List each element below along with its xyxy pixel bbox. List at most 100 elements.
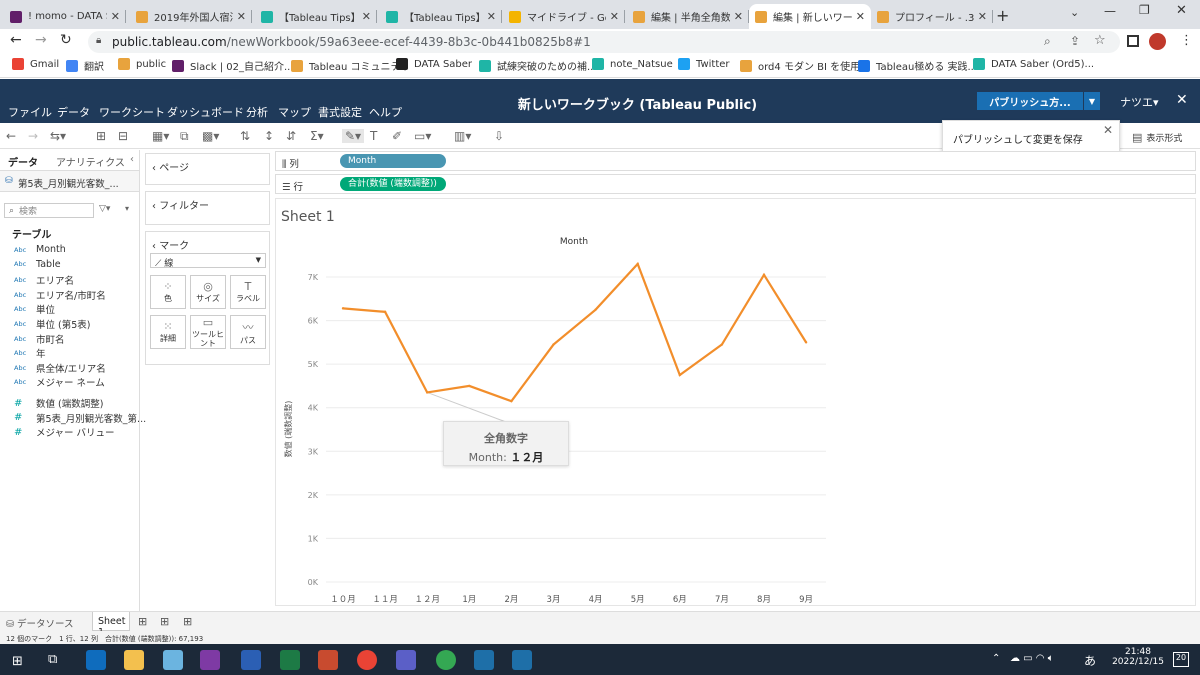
columns-pill[interactable]: Month [340,154,446,168]
new-worksheet-icon[interactable]: ▦▾ [152,129,169,143]
profile-avatar[interactable] [1149,33,1166,50]
datasource-row[interactable]: ⛁ 第5表_月別観光客数_... [0,170,139,192]
path-button[interactable]: 〰パス [230,315,266,349]
sidepanel-icon[interactable] [1127,35,1139,47]
forward-icon[interactable]: → [35,32,47,48]
present-icon[interactable]: ▥▾ [454,129,471,143]
tab-close-icon[interactable]: ✕ [362,10,371,23]
tab-close-icon[interactable]: ✕ [610,10,619,23]
dimension-field[interactable]: Abc エリア名 [14,273,74,287]
browser-tab[interactable]: マイドライブ - Goog ✕ [503,4,625,29]
bookmark-item[interactable]: note_Natsue [592,58,673,70]
duplicate-icon[interactable]: ⧉ [180,129,189,144]
mark-type-select[interactable]: ⟋ 線 ▼ [150,253,266,269]
publish-button[interactable]: パブリッシュ方... [977,92,1083,110]
publish-dropdown[interactable]: ▼ [1084,92,1100,110]
columns-shelf[interactable]: ⫼ 列 Month [275,151,1196,171]
size-button[interactable]: ◎ サイズ [190,275,226,309]
bookmark-item[interactable]: DATA Saber (Ord5)... [973,58,1094,70]
sheet1-tab[interactable]: Sheet 1 [92,612,130,638]
browser-menu-icon[interactable]: ⋮ [1180,33,1193,48]
url-field[interactable]: 🔒︎ public.tableau.com/newWorkbook/59a63e… [88,31,1120,53]
pause-updates-icon[interactable]: ⊟ [118,129,128,143]
dimension-field[interactable]: Abc 単位 [14,302,55,316]
new-story-icon[interactable]: ⊞ [183,615,192,628]
tableau-icon-2[interactable] [512,650,532,670]
chrome-icon-2[interactable] [436,650,456,670]
ime-indicator[interactable]: あ [1084,652,1096,669]
excel-icon[interactable] [280,650,300,670]
field-search-input[interactable]: ⌕ 検索 [4,203,94,218]
browser-tab[interactable]: 編集 | 新しいワーク ✕ [749,4,871,29]
bookmark-item[interactable]: Twitter [678,58,730,70]
sort-asc-icon[interactable]: ↕ [264,129,274,143]
bookmark-item[interactable]: DATA Saber [396,58,472,70]
onenote-icon[interactable] [200,650,220,670]
zoom-icon[interactable]: ⌕ [1044,34,1051,49]
file-explorer-icon[interactable] [124,650,144,670]
measure-field[interactable]: # 第5表_月別観光客数_第... [14,411,146,425]
tab-close-icon[interactable]: ✕ [237,10,246,23]
new-datasource-icon[interactable]: ⊞ [96,129,106,143]
measure-field[interactable]: # 数値 (端数調整) [14,396,103,411]
redo-icon[interactable]: → [28,129,38,143]
tab-close-icon[interactable]: ✕ [111,10,120,23]
dimension-field[interactable]: Abc 単位 (第5表) [14,317,90,331]
app-icon[interactable] [163,650,183,670]
datasource-tab[interactable]: ⛁ データソース [6,616,74,630]
detail-button[interactable]: ⁙ 詳細 [150,315,186,349]
dimension-field[interactable]: Abc メジャー ネーム [14,375,105,389]
save-tooltip-close-icon[interactable]: ✕ [1103,123,1113,137]
tray-icons[interactable]: ☁ ▭ ◠ 🔈︎ [1010,653,1054,664]
browser-tab[interactable]: 編集 | 半角全角数 ✕ [627,4,749,29]
notification-icon[interactable]: 20 [1173,652,1189,667]
taskview-icon[interactable]: ⧉ [48,652,57,667]
dimension-field[interactable]: Abc エリア名/市町名 [14,288,106,302]
clear-sheet-icon[interactable]: ▩▾ [202,129,219,143]
bookmark-item[interactable]: Tableau極める 実践... [858,58,977,73]
browser-tab[interactable]: 【Tableau Tips】Go ✕ [255,4,377,29]
new-sheet-icon[interactable]: ⊞ [138,615,147,628]
clock[interactable]: 21:48 2022/12/15 [1110,647,1166,667]
share-view-icon[interactable]: ⇩ [494,129,504,143]
bookmark-item[interactable]: Slack | 02_自己紹介... [172,58,294,73]
bookmark-item[interactable]: Gmail [12,58,59,70]
pages-card[interactable]: ‹ ページ [145,153,270,185]
dimension-field[interactable]: Abc 年 [14,346,46,360]
tray-chevron-icon[interactable]: ⌃ [992,653,1000,664]
filter-fields-icon[interactable]: ▽▾ [99,204,110,214]
tab-search-icon[interactable]: ⌄ [1070,6,1079,19]
tableau-close-icon[interactable]: ✕ [1176,92,1188,108]
bookmark-item[interactable]: public [118,58,166,70]
bookmark-item[interactable]: ord4 モダン BI を使用... [740,58,870,73]
tableau-icon[interactable] [474,650,494,670]
undo-icon[interactable]: ← [6,129,16,143]
restore-icon[interactable]: ❐ [1139,3,1150,17]
new-dashboard-icon[interactable]: ⊞ [160,615,169,628]
bookmark-star-icon[interactable]: ☆ [1094,33,1106,48]
pane-menu-icon[interactable]: ▾ [125,204,129,213]
show-me-button[interactable]: ▤ 表示形式 [1132,131,1182,144]
label-button[interactable]: T ラベル [230,275,266,309]
rows-pill[interactable]: 合計(数値 (端数調整)) [340,177,446,191]
dimension-field[interactable]: Abc 県全体/エリア名 [14,361,106,375]
dimension-field[interactable]: Abc Table [14,259,61,270]
bookmark-item[interactable]: 試練突破のための補... [479,58,597,73]
tab-close-icon[interactable]: ✕ [856,10,865,23]
tab-analytics[interactable]: アナリティクス [56,154,125,169]
totals-icon[interactable]: Σ▾ [310,129,324,143]
powerpoint-icon[interactable] [318,650,338,670]
tab-close-icon[interactable]: ✕ [978,10,987,23]
start-icon[interactable]: ⊞ [12,654,23,669]
dimension-field[interactable]: Abc Month [14,244,66,255]
browser-tab[interactable]: 【Tableau Tips】全 ✕ [380,4,502,29]
collapse-pane-icon[interactable]: ‹ [130,154,134,165]
teams-icon[interactable] [396,650,416,670]
share-icon[interactable]: ⇪ [1070,34,1080,48]
label-icon[interactable]: T [370,129,377,143]
tab-close-icon[interactable]: ✕ [734,10,743,23]
color-button[interactable]: ⁘ 色 [150,275,186,309]
filters-card[interactable]: ‹ フィルター [145,191,270,225]
tooltip-button[interactable]: ▭ ツールヒント [190,315,226,349]
dimension-field[interactable]: Abc 市町名 [14,332,65,346]
